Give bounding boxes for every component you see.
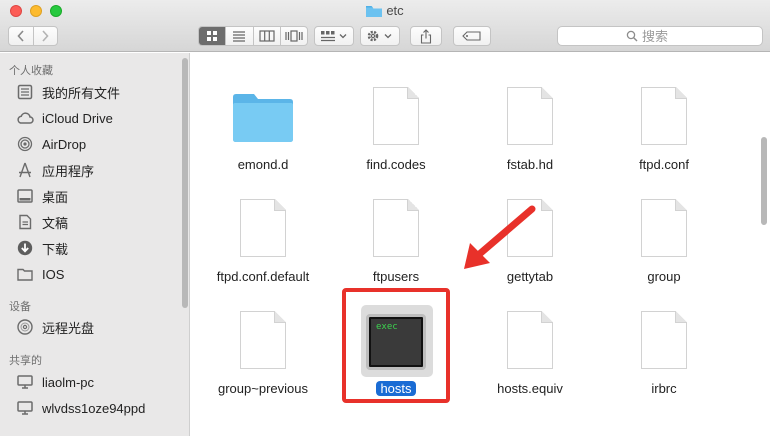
document-icon (599, 87, 729, 145)
sidebar-item-all-files[interactable]: 我的所有文件 (16, 81, 120, 103)
sidebar-heading-favorites: 个人收藏 (9, 65, 53, 77)
list-view-icon (233, 31, 246, 42)
file-name: irbrc (651, 381, 677, 396)
file-name: ftpd.conf.default (216, 269, 310, 284)
sidebar-item-label: 远程光盘 (42, 320, 95, 336)
file-name: find.codes (366, 157, 426, 172)
action-button[interactable] (360, 26, 400, 46)
navigation-buttons (8, 26, 58, 46)
file-name: ftpd.conf (639, 157, 689, 172)
chevron-left-icon (17, 30, 24, 42)
applications-icon (16, 161, 34, 179)
sidebar-item-wlvdss1oze94ppd[interactable]: wlvdss1oze94ppd (16, 397, 145, 419)
file-name: group (647, 269, 681, 284)
sidebar-item-icloud-drive[interactable]: iCloud Drive (16, 107, 113, 129)
sidebar: 个人收藏 我的所有文件 iCloud Drive AirDrop 应用程序 桌面 (0, 53, 190, 436)
file-name: fstab.hd (506, 157, 554, 172)
sidebar-heading-devices: 设备 (9, 301, 31, 313)
sidebar-item-remote-disc[interactable]: 远程光盘 (16, 316, 94, 338)
all-files-icon (16, 83, 34, 101)
sidebar-item-airdrop[interactable]: AirDrop (16, 133, 86, 155)
chevron-right-icon (42, 30, 50, 42)
sidebar-item-label: 文稿 (42, 215, 69, 231)
sidebar-scrollbar[interactable] (182, 58, 188, 308)
sidebar-item-label: IOS (42, 266, 65, 282)
document-icon (198, 311, 328, 369)
search-input[interactable] (642, 28, 694, 44)
arrange-button[interactable] (314, 26, 354, 46)
sidebar-item-label: 应用程序 (42, 163, 95, 179)
computer-icon (16, 399, 34, 417)
file-name: ftpusers (372, 269, 420, 284)
sidebar-item-ios[interactable]: IOS (16, 263, 64, 285)
file-grid-scrollbar[interactable] (761, 137, 767, 225)
file-name: hosts.equiv (497, 381, 563, 396)
file-name: group~previous (218, 381, 308, 396)
documents-icon (16, 213, 34, 231)
icon-view-icon (207, 31, 218, 41)
annotation-highlight-box (342, 288, 450, 403)
back-button[interactable] (9, 27, 33, 45)
downloads-icon (16, 239, 34, 257)
list-view-button[interactable] (225, 27, 252, 45)
cloud-icon (16, 109, 34, 127)
folder-icon (16, 265, 34, 283)
sidebar-item-liaolm-pc[interactable]: liaolm-pc (16, 371, 94, 393)
sidebar-item-desktop[interactable]: 桌面 (16, 185, 68, 207)
column-view-button[interactable] (252, 27, 280, 45)
document-icon (198, 199, 328, 257)
sidebar-item-documents[interactable]: 文稿 (16, 211, 68, 233)
document-icon (465, 87, 595, 145)
cover-flow-button[interactable] (279, 27, 307, 45)
sidebar-item-label: 下载 (42, 241, 69, 257)
sidebar-item-label: wlvdss1oze94ppd (42, 400, 146, 416)
forward-button[interactable] (32, 27, 57, 45)
arrange-icon (321, 31, 347, 42)
cover-flow-icon (285, 30, 303, 42)
tag-icon (462, 31, 481, 41)
sidebar-item-applications[interactable]: 应用程序 (16, 159, 94, 181)
sidebar-item-label: AirDrop (42, 136, 87, 152)
folder-icon (366, 6, 383, 17)
document-icon (599, 311, 729, 369)
sidebar-heading-shared: 共享的 (9, 355, 42, 367)
document-icon (331, 87, 461, 145)
annotation-arrow (464, 205, 536, 269)
window-title-text: etc (386, 3, 404, 18)
gear-icon (367, 30, 392, 42)
disc-icon (16, 318, 34, 336)
sidebar-item-label: 我的所有文件 (42, 85, 121, 101)
icon-view-button[interactable] (199, 27, 226, 45)
sidebar-item-downloads[interactable]: 下载 (16, 237, 68, 259)
tags-button[interactable] (453, 26, 491, 46)
document-icon (331, 199, 461, 257)
share-button[interactable] (410, 26, 442, 46)
sidebar-item-label: 桌面 (42, 189, 69, 205)
window-title: etc (0, 3, 770, 18)
computer-icon (16, 373, 34, 391)
column-view-icon (259, 30, 275, 42)
document-icon (465, 311, 595, 369)
desktop-icon (16, 187, 34, 205)
view-mode-buttons (198, 26, 308, 46)
search-icon (626, 30, 638, 42)
document-icon (599, 199, 729, 257)
folder-icon (198, 93, 328, 143)
search-field[interactable] (557, 26, 763, 46)
file-grid: emond.d find.codes fstab.hd ftpd.conf ft… (191, 53, 770, 436)
file-name: emond.d (237, 157, 289, 172)
sidebar-item-label: liaolm-pc (42, 374, 95, 390)
airdrop-icon (16, 135, 34, 153)
share-icon (420, 28, 432, 44)
sidebar-item-label: iCloud Drive (42, 110, 113, 126)
window-toolbar: etc (0, 0, 770, 52)
